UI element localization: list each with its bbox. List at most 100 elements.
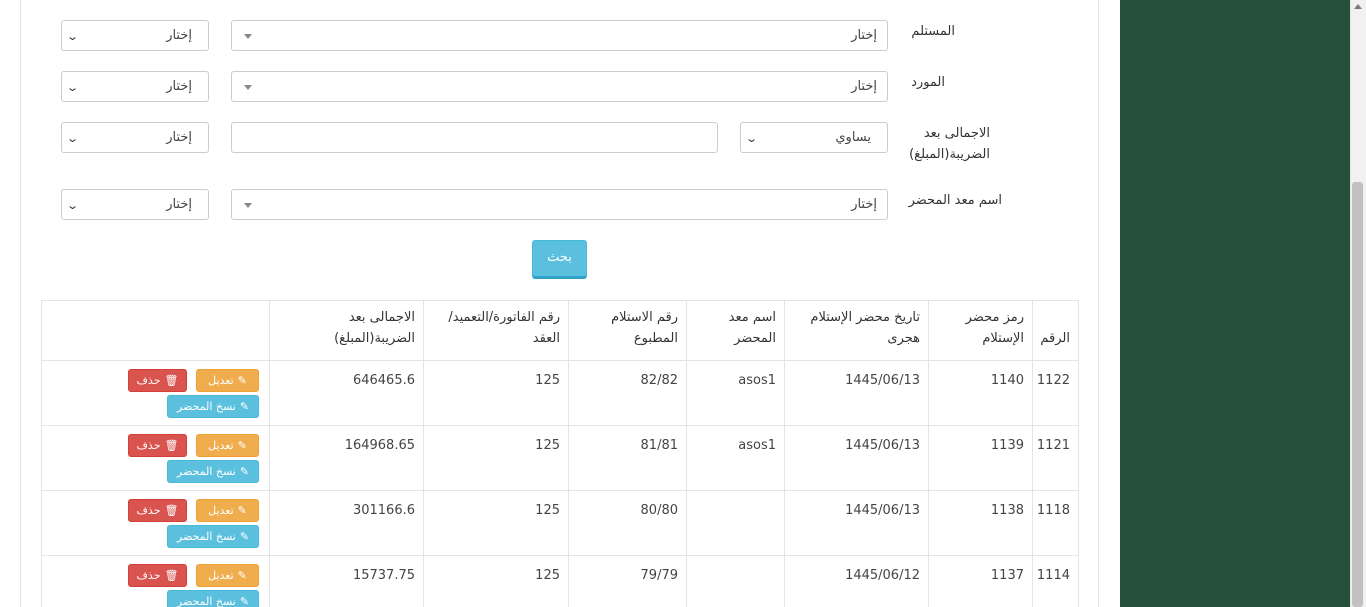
prep-label: اسم معد المحضر <box>908 193 1002 208</box>
total-operator-value: يساوي <box>835 130 871 145</box>
chevron-down-icon: ⌄ <box>745 132 759 145</box>
col-header-receipt-number: رقم الاستلام المطبوع <box>568 300 687 361</box>
caret-down-icon <box>244 85 252 90</box>
cell-date: 1445/06/13 <box>784 425 929 491</box>
cell-code: 1140 <box>928 360 1033 426</box>
trash-icon: 🗑 <box>164 439 179 452</box>
pencil-icon: ✎ <box>239 400 250 413</box>
page-scrollbar-thumb[interactable] <box>1352 182 1363 607</box>
cell-preparer <box>686 555 785 607</box>
pencil-icon: ✎ <box>239 465 250 478</box>
cell-number: 1118 <box>1032 490 1079 556</box>
edit-button[interactable]: ✎ تعديل <box>196 434 259 457</box>
cell-total: 301166.6 <box>269 490 424 556</box>
chevron-down-icon: ⌄ <box>66 199 80 212</box>
prep-secondary-select[interactable]: إختار ⌄ <box>61 189 209 220</box>
cell-invoice: 125 <box>423 555 569 607</box>
edit-button[interactable]: ✎ تعديل <box>196 499 259 522</box>
cell-actions: ✎ تعديل 🗑 حذف ✎ نسخ المحضر <box>41 555 270 607</box>
pencil-icon: ✎ <box>239 530 250 543</box>
copy-report-button[interactable]: ✎ نسخ المحضر <box>167 590 259 607</box>
edit-button[interactable]: ✎ تعديل <box>196 564 259 587</box>
trash-icon: 🗑 <box>164 504 179 517</box>
cell-receipt-number: 79/79 <box>568 555 687 607</box>
table-row: 1121 1139 1445/06/13 asos1 81/81 125 164… <box>41 425 1079 491</box>
table-row: 1122 1140 1445/06/13 asos1 82/82 125 646… <box>41 360 1079 426</box>
delete-button[interactable]: 🗑 حذف <box>128 369 187 392</box>
supplier-select[interactable]: إختار <box>231 71 888 102</box>
delete-button[interactable]: 🗑 حذف <box>128 434 187 457</box>
cell-preparer <box>686 490 785 556</box>
edit-button[interactable]: ✎ تعديل <box>196 369 259 392</box>
total-secondary-select[interactable]: إختار ⌄ <box>61 122 209 153</box>
cell-number: 1122 <box>1032 360 1079 426</box>
delete-button[interactable]: 🗑 حذف <box>128 499 187 522</box>
cell-number: 1121 <box>1032 425 1079 491</box>
trash-icon: 🗑 <box>164 374 179 387</box>
col-header-date: تاريخ محضر الإستلام هجرى <box>784 300 929 361</box>
delete-button[interactable]: 🗑 حذف <box>128 564 187 587</box>
cell-code: 1137 <box>928 555 1033 607</box>
cell-receipt-number: 82/82 <box>568 360 687 426</box>
scroll-up-arrow-icon[interactable] <box>1354 4 1362 9</box>
pencil-icon: ✎ <box>237 569 247 582</box>
cell-date: 1445/06/12 <box>784 555 929 607</box>
caret-down-icon <box>244 203 252 208</box>
prep-select-value: إختار <box>851 197 877 212</box>
cell-receipt-number: 80/80 <box>568 490 687 556</box>
cell-actions: ✎ تعديل 🗑 حذف ✎ نسخ المحضر <box>41 360 270 426</box>
cell-code: 1139 <box>928 425 1033 491</box>
cell-preparer: asos1 <box>686 425 785 491</box>
cell-invoice: 125 <box>423 490 569 556</box>
cell-invoice: 125 <box>423 360 569 426</box>
pencil-icon: ✎ <box>237 374 247 387</box>
col-header-invoice: رقم الفاتورة/التعميد/العقد <box>423 300 569 361</box>
copy-report-button[interactable]: ✎ نسخ المحضر <box>167 525 259 548</box>
receiver-secondary-select[interactable]: إختار ⌄ <box>61 20 209 51</box>
caret-down-icon <box>244 34 252 39</box>
copy-report-button[interactable]: ✎ نسخ المحضر <box>167 395 259 418</box>
cell-code: 1138 <box>928 490 1033 556</box>
cell-invoice: 125 <box>423 425 569 491</box>
total-label-line1: الاجمالى بعد <box>923 126 990 141</box>
trash-icon: 🗑 <box>164 569 179 582</box>
total-secondary-value: إختار <box>166 130 192 145</box>
cell-total: 15737.75 <box>269 555 424 607</box>
supplier-secondary-value: إختار <box>166 79 192 94</box>
col-header-total: الاجمالى بعد الضريبة(المبلغ) <box>269 300 424 361</box>
pencil-icon: ✎ <box>237 439 247 452</box>
results-table: الرقم رمز محضر الإستلام تاريخ محضر الإستل… <box>41 300 1079 607</box>
cell-date: 1445/06/13 <box>784 360 929 426</box>
cell-actions: ✎ تعديل 🗑 حذف ✎ نسخ المحضر <box>41 425 270 491</box>
table-row: 1114 1137 1445/06/12 79/79 125 15737.75 … <box>41 555 1079 607</box>
col-header-preparer: اسم معد المحضر <box>686 300 785 361</box>
pencil-icon: ✎ <box>237 504 247 517</box>
cell-number: 1114 <box>1032 555 1079 607</box>
search-button[interactable]: بحث <box>532 240 587 279</box>
cell-preparer: asos1 <box>686 360 785 426</box>
col-header-code: رمز محضر الإستلام <box>928 300 1033 361</box>
total-label-line2: الضريبة(المبلغ) <box>909 147 990 163</box>
sidebar <box>1120 0 1350 607</box>
copy-report-button[interactable]: ✎ نسخ المحضر <box>167 460 259 483</box>
prep-secondary-value: إختار <box>166 197 192 212</box>
receiver-secondary-value: إختار <box>166 28 192 43</box>
chevron-down-icon: ⌄ <box>66 81 80 94</box>
supplier-select-value: إختار <box>851 79 877 94</box>
cell-actions: ✎ تعديل 🗑 حذف ✎ نسخ المحضر <box>41 490 270 556</box>
total-operator-select[interactable]: يساوي ⌄ <box>740 122 888 153</box>
prep-select[interactable]: إختار <box>231 189 888 220</box>
cell-total: 164968.65 <box>269 425 424 491</box>
col-header-actions <box>41 300 270 361</box>
cell-date: 1445/06/13 <box>784 490 929 556</box>
total-amount-input[interactable] <box>231 122 718 153</box>
supplier-secondary-select[interactable]: إختار ⌄ <box>61 71 209 102</box>
col-header-number: الرقم <box>1032 300 1079 361</box>
receiver-select[interactable]: إختار <box>231 20 888 51</box>
total-label: الاجمالى بعد الضريبة(المبلغ) <box>880 123 990 166</box>
receiver-select-value: إختار <box>851 28 877 43</box>
table-header-row: الرقم رمز محضر الإستلام تاريخ محضر الإستل… <box>41 300 1079 361</box>
cell-receipt-number: 81/81 <box>568 425 687 491</box>
pencil-icon: ✎ <box>239 595 250 607</box>
cell-total: 646465.6 <box>269 360 424 426</box>
